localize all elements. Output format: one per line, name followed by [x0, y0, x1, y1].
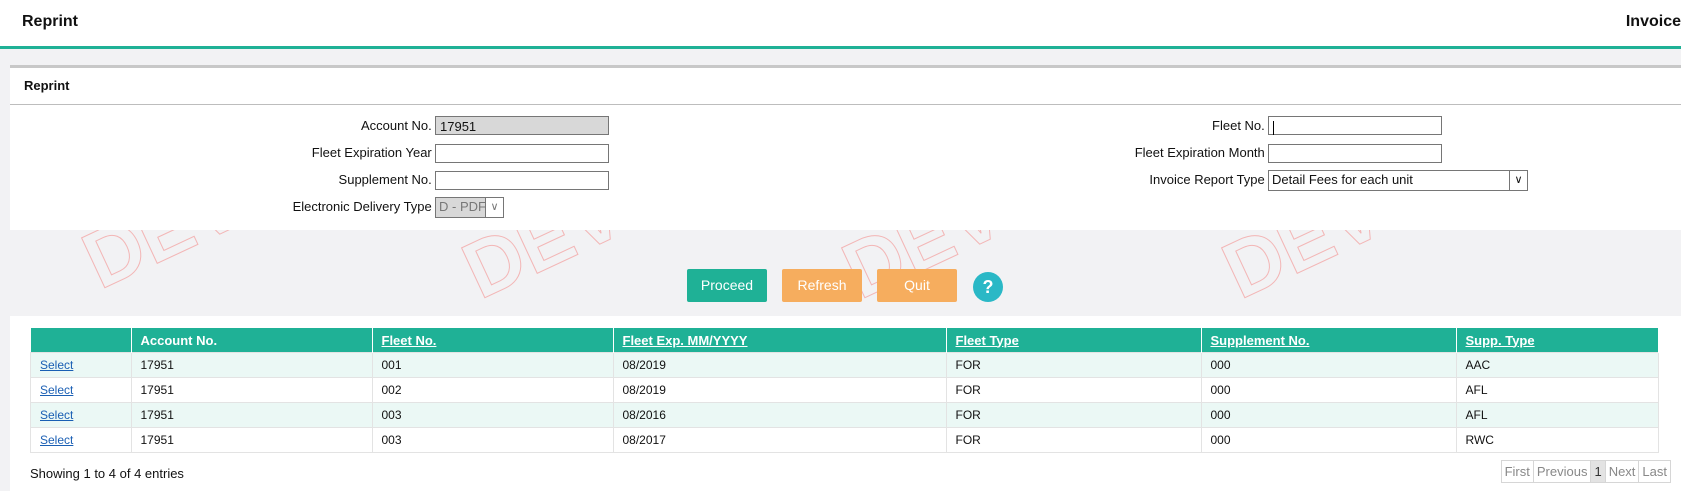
pager-previous[interactable]: Previous	[1534, 461, 1592, 482]
table-cell: 08/2019	[612, 352, 947, 378]
table-row: Select 17951 003 08/2017 FOR 000 RWC	[30, 427, 1659, 453]
table-cell: 000	[1200, 352, 1457, 378]
table-cell: AFL	[1455, 377, 1659, 403]
table-cell: RWC	[1455, 427, 1659, 453]
invoice-report-type-label: Invoice Report Type :	[1149, 172, 1272, 187]
column-header-supp-type[interactable]: Supp. Type	[1456, 328, 1659, 353]
entries-info: Showing 1 to 4 of 4 entries	[30, 466, 184, 481]
panel-title: Reprint	[10, 68, 1681, 105]
electronic-delivery-label: Electronic Delivery Type :	[292, 199, 439, 214]
column-header-fleet-exp[interactable]: Fleet Exp. MM/YYYY	[613, 328, 947, 353]
reprint-panel: Reprint Account No. : 17951 Fleet Expira…	[10, 65, 1681, 230]
table-cell: FOR	[945, 352, 1202, 378]
column-header-supplement-no[interactable]: Supplement No.	[1201, 328, 1457, 353]
fleet-no-input[interactable]	[1268, 116, 1442, 135]
table-cell: 000	[1200, 402, 1457, 428]
table-row: Select 17951 001 08/2019 FOR 000 AAC	[30, 352, 1659, 378]
table-cell: 17951	[130, 352, 373, 378]
invoice-report-type-select[interactable]: Detail Fees for each unit ∨	[1268, 170, 1528, 191]
app-title: Reprint	[22, 13, 78, 30]
table-cell: 17951	[130, 427, 373, 453]
results-section: Account No. Fleet No. Fleet Exp. MM/YYYY…	[10, 316, 1681, 491]
select-link[interactable]: Select	[40, 358, 73, 372]
table-cell: FOR	[945, 377, 1202, 403]
text-caret	[1273, 120, 1274, 135]
table-cell: 000	[1200, 377, 1457, 403]
table-cell: AAC	[1455, 352, 1659, 378]
pager-first[interactable]: First	[1502, 461, 1534, 482]
quit-button[interactable]: Quit	[877, 269, 957, 302]
table-cell: FOR	[945, 402, 1202, 428]
refresh-button[interactable]: Refresh	[782, 269, 862, 302]
table-header-row: Account No. Fleet No. Fleet Exp. MM/YYYY…	[30, 328, 1659, 353]
invoice-report-type-value: Detail Fees for each unit	[1272, 172, 1413, 187]
table-row: Select 17951 003 08/2016 FOR 000 AFL	[30, 402, 1659, 428]
table-cell: 000	[1200, 427, 1457, 453]
supplement-no-label: Supplement No. :	[338, 172, 439, 187]
top-bar: Reprint Invoice	[0, 0, 1681, 49]
select-link[interactable]: Select	[40, 433, 73, 447]
select-link[interactable]: Select	[40, 383, 73, 397]
column-header-account-no: Account No.	[131, 328, 373, 353]
fleet-exp-year-label: Fleet Expiration Year :	[311, 145, 439, 160]
table-cell: FOR	[945, 427, 1202, 453]
table-cell: 001	[371, 352, 614, 378]
column-header-fleet-no[interactable]: Fleet No.	[372, 328, 614, 353]
results-table: Account No. Fleet No. Fleet Exp. MM/YYYY…	[30, 328, 1659, 453]
table-cell: 08/2017	[612, 427, 947, 453]
table-cell: 003	[371, 427, 614, 453]
table-cell: 08/2016	[612, 402, 947, 428]
pager-next[interactable]: Next	[1606, 461, 1640, 482]
table-cell: 003	[371, 402, 614, 428]
page-title: Invoice	[1625, 13, 1681, 30]
help-icon[interactable]: ?	[973, 272, 1003, 302]
column-header-select	[30, 328, 132, 353]
table-cell: 08/2019	[612, 377, 947, 403]
table-cell: AFL	[1455, 402, 1659, 428]
account-no-label: Account No. :	[360, 118, 439, 133]
fleet-exp-year-input[interactable]	[435, 144, 609, 163]
pagination: First Previous 1 Next Last	[1500, 460, 1671, 483]
electronic-delivery-select[interactable]: D - PDF ∨	[435, 197, 504, 218]
pager-last[interactable]: Last	[1639, 461, 1670, 482]
chevron-down-icon: ∨	[1509, 171, 1527, 190]
electronic-delivery-value: D - PDF	[439, 199, 486, 214]
table-cell: 17951	[130, 377, 373, 403]
table-cell: 17951	[130, 402, 373, 428]
table-row: Select 17951 002 08/2019 FOR 000 AFL	[30, 377, 1659, 403]
table-cell: 002	[371, 377, 614, 403]
chevron-down-icon: ∨	[485, 198, 503, 217]
column-header-fleet-type[interactable]: Fleet Type	[946, 328, 1202, 353]
pager-current[interactable]: 1	[1591, 461, 1606, 482]
fleet-no-label: Fleet No. :	[1212, 118, 1272, 133]
fleet-exp-month-label: Fleet Expiration Month :	[1134, 145, 1272, 160]
select-link[interactable]: Select	[40, 408, 73, 422]
proceed-button[interactable]: Proceed	[687, 269, 767, 302]
account-no-input[interactable]: 17951	[435, 116, 609, 135]
supplement-no-input[interactable]	[435, 171, 609, 190]
fleet-exp-month-input[interactable]	[1268, 144, 1442, 163]
